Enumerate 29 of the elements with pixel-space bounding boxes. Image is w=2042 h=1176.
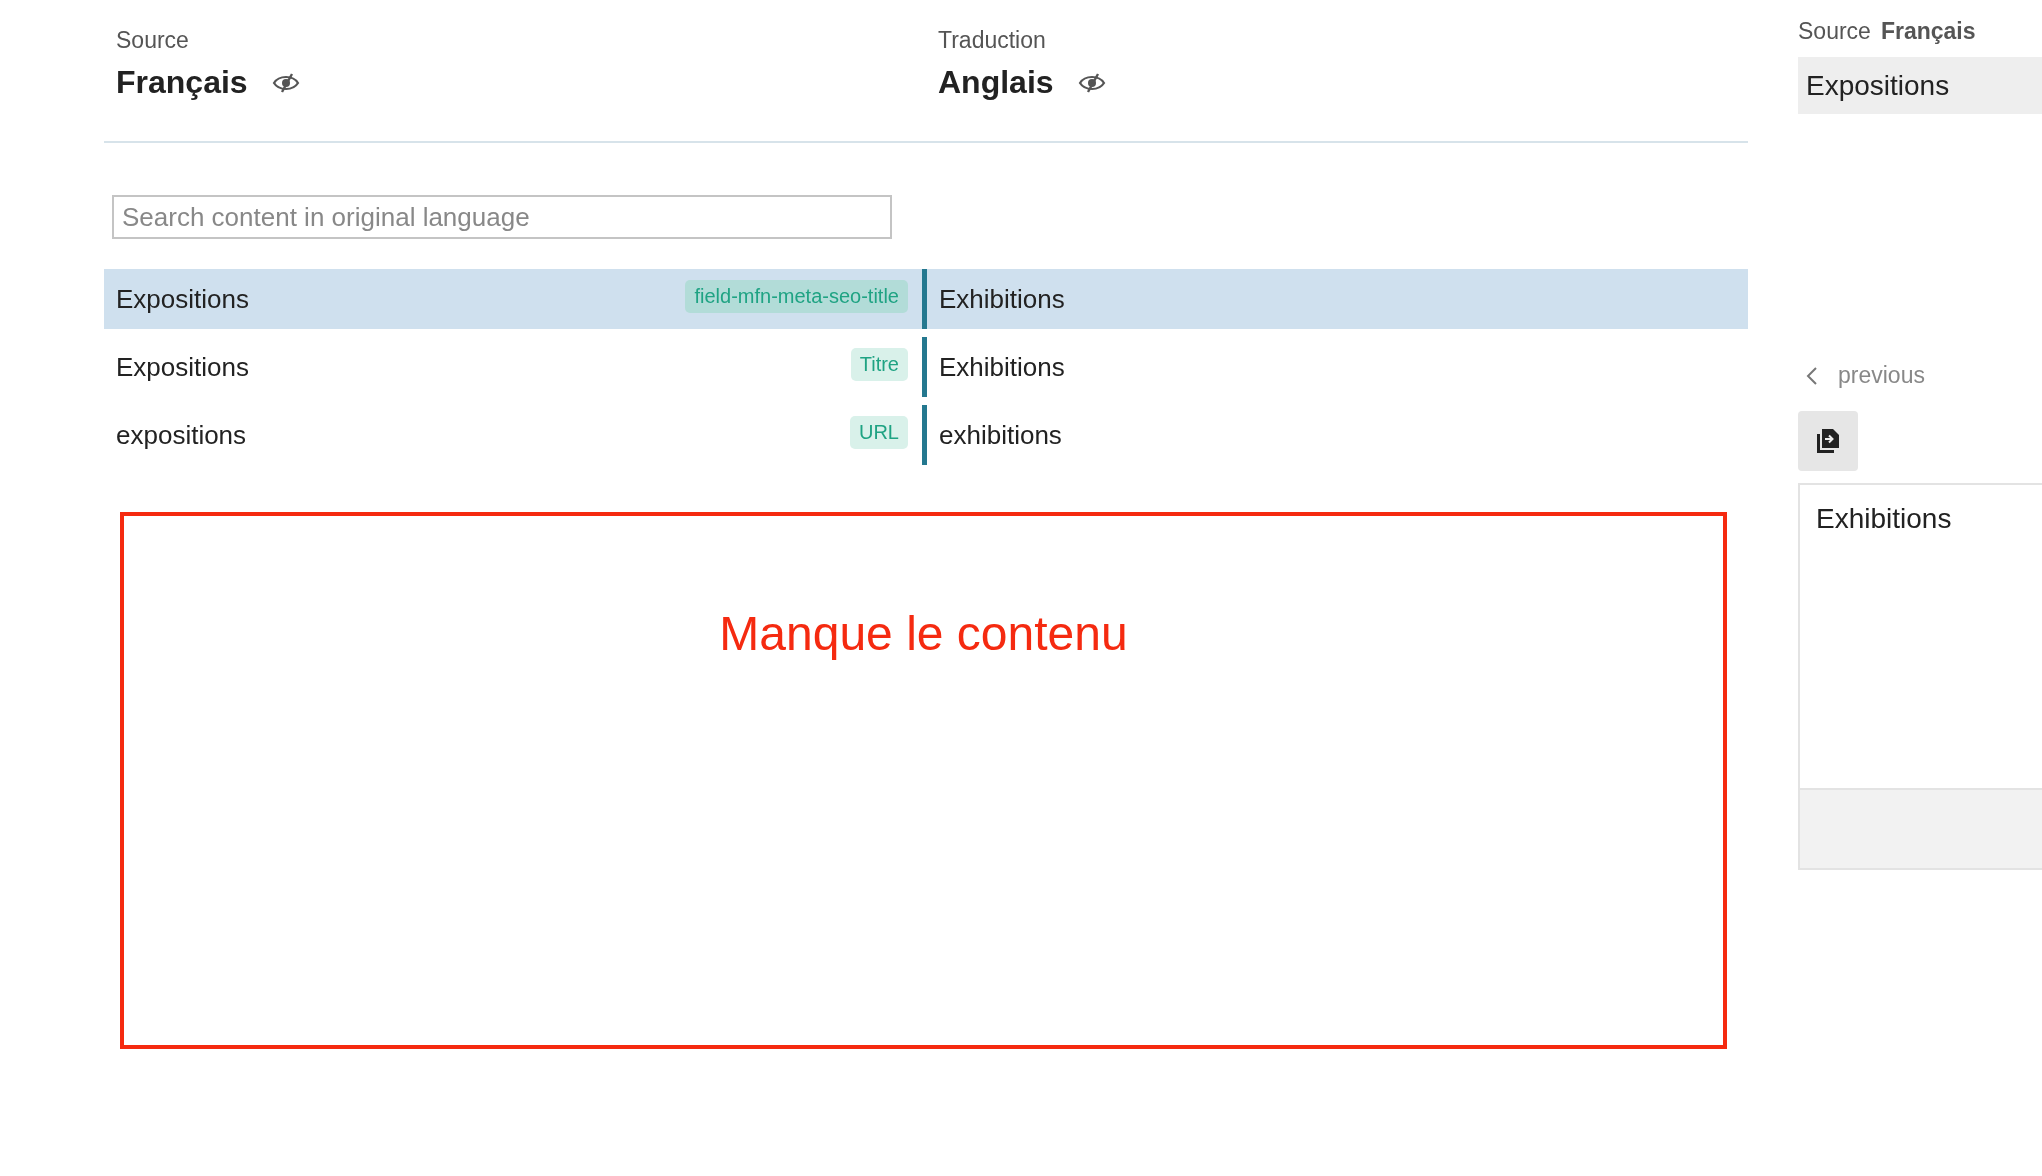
chevron-left-icon[interactable] <box>1806 365 1818 386</box>
translation-text: Exhibitions <box>1816 503 1952 534</box>
copy-source-button[interactable] <box>1798 411 1858 471</box>
segment-row[interactable]: Expositions field-mfn-meta-seo-title Exhibitions <box>104 269 1748 329</box>
translation-text: Exhibitions <box>938 283 1065 315</box>
translation-text: exhibitions <box>938 419 1062 451</box>
field-tag: URL <box>850 415 908 449</box>
language-name: Français <box>116 64 248 101</box>
source-text: Expositions <box>116 283 249 315</box>
eye-slash-icon[interactable] <box>1077 71 1106 94</box>
segment-row[interactable]: Expositions Titre Exhibitions <box>104 337 1748 397</box>
translation-editor[interactable]: Exhibitions <box>1798 483 2042 870</box>
eye-slash-icon[interactable] <box>271 71 300 94</box>
source-text: Expositions <box>116 351 249 383</box>
search-field[interactable]: Search content in original language <box>112 195 892 239</box>
language-label: Source <box>116 27 190 54</box>
copy-icon <box>1815 427 1841 455</box>
field-tag: field-mfn-meta-seo-title <box>685 279 908 313</box>
source-text: expositions <box>116 419 247 451</box>
source-label: Source <box>1798 18 1871 45</box>
language-name: Anglais <box>938 64 1054 101</box>
source-text: Expositions <box>1806 69 1950 102</box>
annotation-text: Manque le contenu <box>719 606 1128 661</box>
source-language: Français <box>1880 18 1976 45</box>
translation-text: Exhibitions <box>938 351 1065 383</box>
field-tag: Titre <box>850 347 908 381</box>
segment-row[interactable]: expositions URL exhibitions <box>104 405 1748 465</box>
language-label: Traduction <box>938 27 1047 54</box>
previous-link[interactable]: previous <box>1838 362 1925 389</box>
